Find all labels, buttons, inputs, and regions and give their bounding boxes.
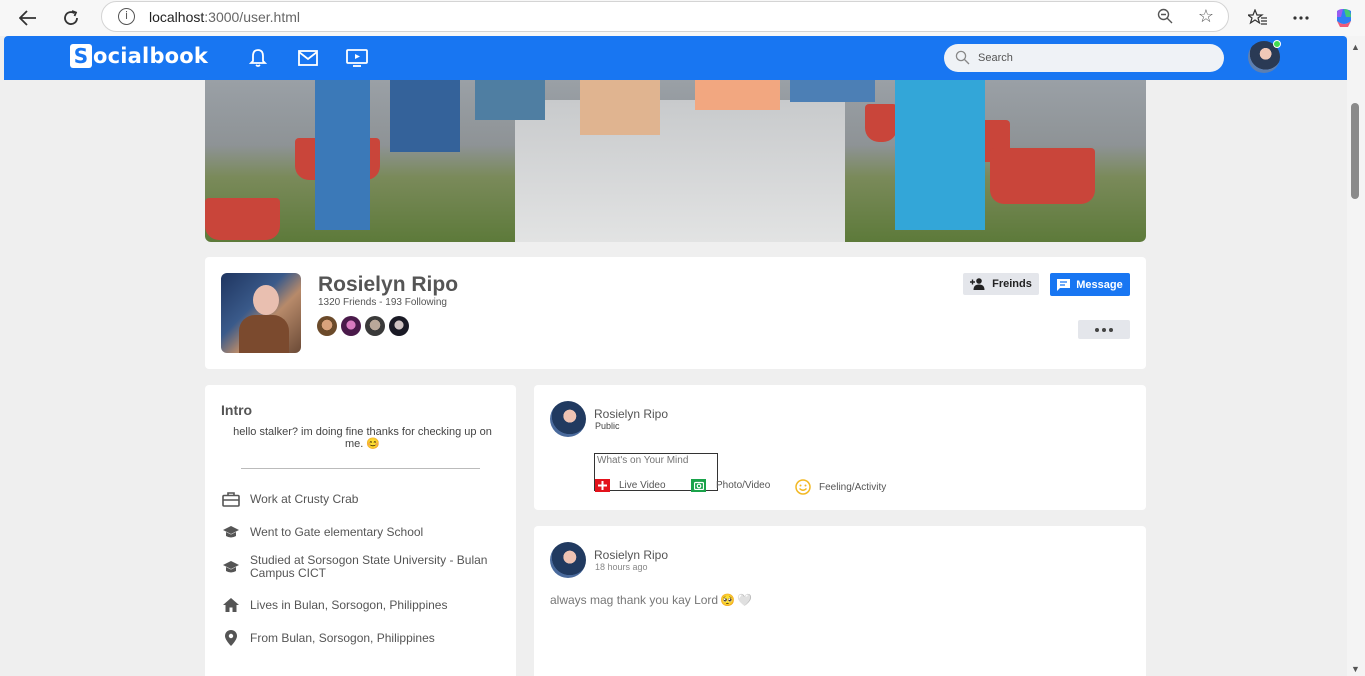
online-status-dot <box>1273 40 1281 48</box>
search-input[interactable] <box>978 50 1208 66</box>
scrollbar-thumb[interactable] <box>1351 103 1359 199</box>
profile-picture[interactable] <box>221 273 301 353</box>
copilot-icon[interactable] <box>1332 6 1356 30</box>
post-text: always mag thank you kay Lord 🥺 🤍 <box>550 593 752 607</box>
live-video-button[interactable]: Live Video <box>595 479 666 492</box>
cover-photo <box>205 80 1146 242</box>
search-icon <box>955 50 970 70</box>
graduation-cap-icon <box>221 557 241 577</box>
intro-item-work: Work at Crusty Crab <box>221 489 505 509</box>
briefcase-icon <box>221 489 241 509</box>
scroll-up-arrow-icon[interactable]: ▲ <box>1351 42 1360 52</box>
intro-divider <box>241 468 480 469</box>
feeling-activity-button[interactable]: Feeling/Activity <box>795 479 886 495</box>
camera-icon <box>691 479 706 492</box>
chat-icon <box>1057 278 1071 291</box>
smiley-icon <box>795 479 811 495</box>
profile-card: Rosielyn Ripo 1320 Friends - 193 Followi… <box>205 257 1146 369</box>
intro-title: Intro <box>221 402 253 418</box>
post-author-name[interactable]: Rosielyn Ripo <box>594 548 668 562</box>
back-icon[interactable] <box>15 5 41 31</box>
live-video-icon <box>595 479 610 492</box>
friend-avatar[interactable] <box>317 316 337 336</box>
user-avatar[interactable] <box>550 401 586 437</box>
post-card: Rosielyn Ripo 18 hours ago always mag th… <box>534 526 1146 676</box>
url-text[interactable]: localhost:3000/user.html <box>149 9 300 25</box>
post-privacy[interactable]: Public <box>595 421 620 431</box>
notifications-bell-icon[interactable] <box>247 47 269 69</box>
graduation-cap-icon <box>221 522 241 542</box>
friend-avatar[interactable] <box>341 316 361 336</box>
more-options-button[interactable] <box>1078 320 1130 339</box>
friend-avatar[interactable] <box>389 316 409 336</box>
post-timestamp: 18 hours ago <box>595 562 648 572</box>
intro-item-school: Went to Gate elementary School <box>221 522 505 542</box>
site-info-icon[interactable]: i <box>118 8 135 25</box>
address-bar[interactable]: i localhost:3000/user.html ☆ <box>101 1 1229 32</box>
mutual-friends-avatars <box>317 316 409 336</box>
more-menu-icon[interactable] <box>1289 6 1313 30</box>
photo-video-button[interactable]: Photo/Video <box>691 479 770 492</box>
reload-icon[interactable] <box>58 5 84 31</box>
home-icon <box>221 595 241 615</box>
profile-name: Rosielyn Ripo <box>318 273 459 296</box>
intro-item-university: Studied at Sorsogon State University - B… <box>221 554 505 580</box>
search-box[interactable] <box>944 44 1224 72</box>
video-icon[interactable] <box>346 47 368 69</box>
friends-button[interactable]: Freinds <box>963 273 1039 295</box>
mail-icon[interactable] <box>297 47 319 69</box>
socialbook-logo[interactable]: S ocialbook <box>70 44 208 68</box>
intro-card: Intro hello stalker? im doing fine thank… <box>205 385 516 676</box>
page-scrollbar[interactable]: ▲ ▼ <box>1347 36 1365 676</box>
browser-toolbar: i localhost:3000/user.html ☆ <box>0 0 1365 36</box>
zoom-icon[interactable] <box>1157 8 1173 29</box>
message-button[interactable]: Message <box>1050 273 1130 296</box>
location-pin-icon <box>221 628 241 648</box>
favorites-icon[interactable] <box>1246 6 1270 30</box>
intro-bio: hello stalker? im doing fine thanks for … <box>233 426 492 450</box>
create-post-card: Rosielyn Ripo Public Live Video Photo/Vi… <box>534 385 1146 510</box>
friends-following-count: 1320 Friends - 193 Following <box>318 297 447 308</box>
intro-item-lives: Lives in Bulan, Sorsogon, Philippines <box>221 595 505 615</box>
friend-avatar[interactable] <box>365 316 385 336</box>
top-navbar: S ocialbook <box>4 36 1347 80</box>
post-author-avatar[interactable] <box>550 542 586 578</box>
create-post-username: Rosielyn Ripo <box>594 407 669 421</box>
intro-item-from: From Bulan, Sorsogon, Philippines <box>221 628 505 648</box>
favorite-star-icon[interactable]: ☆ <box>1198 6 1214 27</box>
scroll-down-arrow-icon[interactable]: ▼ <box>1351 664 1360 674</box>
add-friend-icon <box>970 278 985 290</box>
